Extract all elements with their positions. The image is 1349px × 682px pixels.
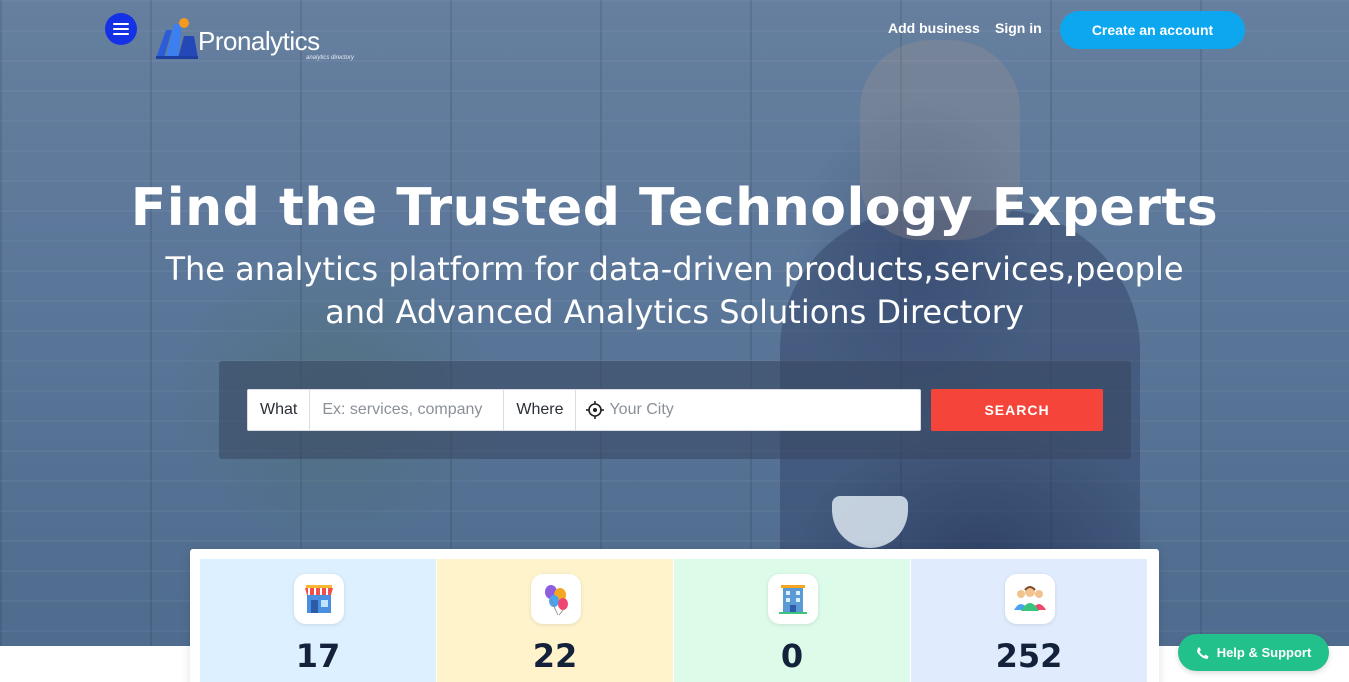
help-support-label: Help & Support (1216, 645, 1312, 660)
stat-value: 0 (780, 637, 804, 675)
building-icon (768, 574, 818, 624)
store-icon (294, 574, 344, 624)
locate-crosshair-icon[interactable] (585, 400, 605, 420)
balloons-icon (531, 574, 581, 624)
where-field (576, 390, 920, 430)
stat-value: 22 (532, 637, 578, 675)
brand-logo[interactable]: Pronalytics analytics directory (154, 14, 364, 64)
search-button[interactable]: SEARCH (931, 389, 1103, 431)
what-label: What (248, 390, 311, 430)
stat-listings[interactable]: 17 (200, 559, 436, 682)
stat-value: 17 (295, 637, 341, 675)
stat-companies[interactable]: 0 (674, 559, 910, 682)
stat-users[interactable]: 252 (911, 559, 1147, 682)
search-bar: What Where (247, 389, 921, 431)
where-input[interactable] (605, 390, 920, 430)
hero-subtitle-line: The analytics platform for data-driven p… (165, 250, 1184, 288)
hero-title: Find the Trusted Technology Experts (130, 178, 1219, 238)
users-group-icon (1005, 574, 1055, 624)
phone-icon (1196, 646, 1209, 659)
stat-events[interactable]: 22 (437, 559, 673, 682)
hero-subtitle-line: and Advanced Analytics Solutions Directo… (325, 293, 1024, 331)
hero-subtitle: The analytics platform for data-driven p… (0, 248, 1349, 334)
what-input[interactable] (310, 390, 505, 430)
menu-bar (113, 28, 129, 30)
logo-mark-icon (156, 18, 198, 59)
stats-card: 17 22 0 252 (190, 549, 1159, 682)
add-business-link[interactable]: Add business (888, 20, 980, 36)
brand-tagline: analytics directory (306, 55, 355, 61)
brand-name: Pronalytics (198, 26, 320, 56)
hamburger-menu-button[interactable] (105, 13, 137, 45)
help-support-button[interactable]: Help & Support (1178, 634, 1329, 671)
sign-in-link[interactable]: Sign in (995, 20, 1042, 36)
menu-bar (113, 23, 129, 25)
create-account-button[interactable]: Create an account (1060, 11, 1245, 49)
where-label: Where (504, 390, 577, 430)
menu-bar (113, 33, 129, 35)
stat-value: 252 (995, 637, 1063, 675)
